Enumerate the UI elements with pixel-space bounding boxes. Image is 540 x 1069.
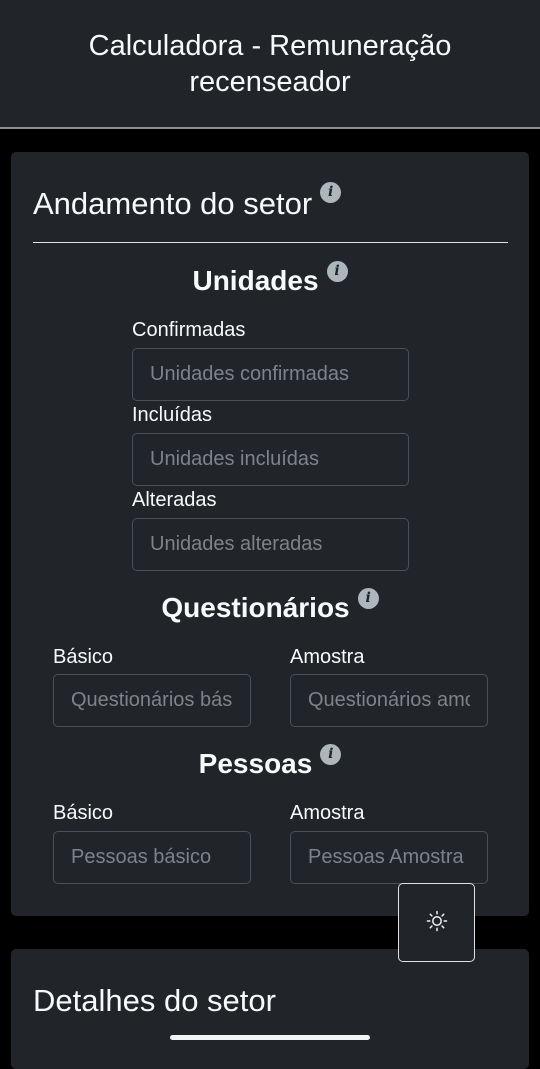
questionnaires-sample-input[interactable] <box>290 674 488 727</box>
questionnaires-section-heading: Questionários i <box>11 588 529 624</box>
questionnaires-basic-input[interactable] <box>53 674 251 727</box>
questionnaires-info-icon[interactable]: i <box>357 588 379 609</box>
sun-icon <box>426 910 448 935</box>
people-basic-label: Básico <box>53 802 114 824</box>
sector-details-card: Detalhes do setor <box>11 949 529 1069</box>
questionnaires-section-title: Questionários <box>161 592 350 623</box>
sector-details-title: Detalhes do setor <box>33 983 276 1018</box>
home-indicator <box>170 1035 370 1040</box>
page-title: Calculadora - Remuneração recenseador <box>88 29 452 98</box>
sector-progress-title: Andamento do setor <box>33 186 313 221</box>
people-section-title: Pessoas <box>198 748 313 779</box>
units-info-icon[interactable]: i <box>326 261 348 282</box>
units-section-heading: Unidades i <box>11 261 529 297</box>
questionnaires-basic-label: Básico <box>53 646 114 668</box>
units-included-input[interactable] <box>132 433 409 486</box>
theme-toggle-button[interactable] <box>398 883 475 962</box>
units-confirmed-input[interactable] <box>132 348 409 401</box>
people-basic-input[interactable] <box>53 831 251 884</box>
units-altered-label: Alteradas <box>132 489 217 511</box>
app-header: Calculadora - Remuneração recenseador <box>0 0 540 129</box>
units-altered-input[interactable] <box>132 518 409 571</box>
info-icon[interactable]: i <box>320 182 342 203</box>
people-info-icon[interactable]: i <box>320 744 342 765</box>
people-sample-label: Amostra <box>290 802 365 824</box>
units-section-title: Unidades <box>192 265 319 296</box>
sector-progress-card: Andamento do setor i Unidades i Confirmada… <box>11 152 529 916</box>
questionnaires-sample-label: Amostra <box>290 646 365 668</box>
people-section-heading: Pessoas i <box>11 744 529 780</box>
units-confirmed-label: Confirmadas <box>132 319 246 341</box>
people-sample-input[interactable] <box>290 831 488 884</box>
units-included-label: Incluídas <box>132 404 213 426</box>
divider <box>33 242 508 243</box>
sector-progress-heading: Andamento do setor i <box>33 182 342 222</box>
